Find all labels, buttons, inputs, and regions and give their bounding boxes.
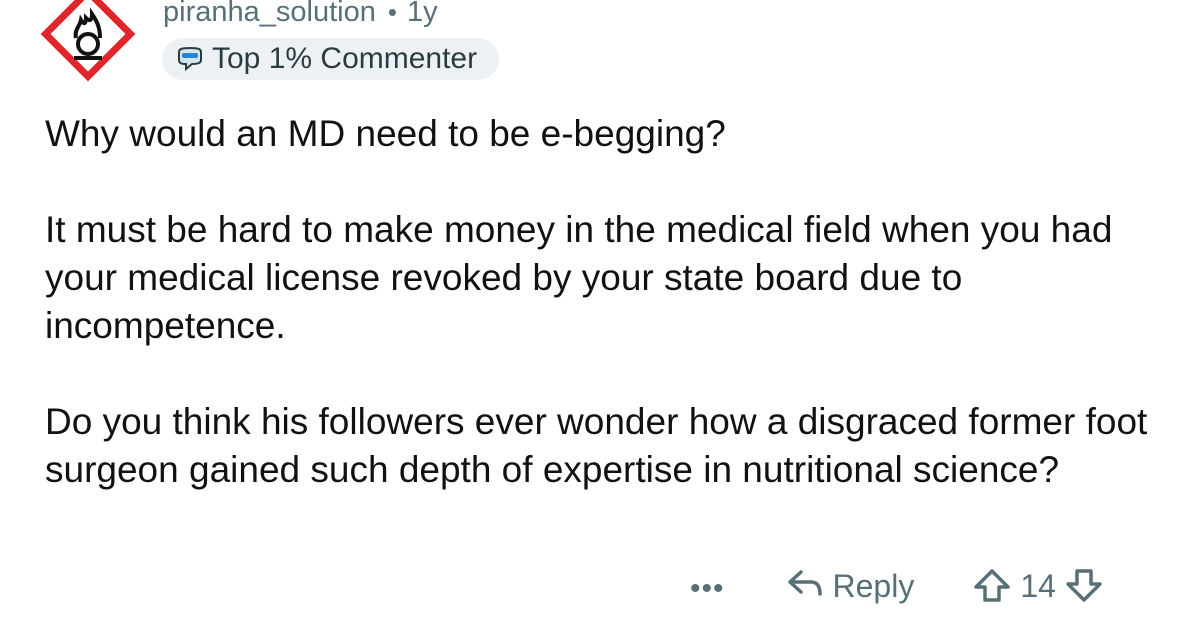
more-options-button[interactable]: ••• [690, 572, 725, 606]
comment-meta: piranha_solution • 1y [163, 0, 438, 30]
comment-paragraph: Do you think his followers ever wonder h… [45, 401, 1148, 490]
comment-paragraph: It must be hard to make money in the med… [45, 209, 1113, 346]
comment-action-bar: ••• Reply 14 [690, 568, 1112, 618]
vote-count: 14 [1020, 568, 1056, 604]
avatar[interactable] [36, 0, 140, 86]
comment-paragraph: Why would an MD need to be e-begging? [45, 113, 726, 154]
commenter-badge-icon [178, 47, 202, 71]
username[interactable]: piranha_solution [163, 0, 376, 29]
comment-age: 1y [406, 0, 438, 28]
comment-body: Why would an MD need to be e-begging? It… [45, 110, 1175, 494]
reply-button[interactable]: Reply [787, 568, 915, 605]
meta-separator: • [387, 0, 397, 27]
commenter-badge: Top 1% Commenter [162, 38, 500, 80]
badge-label: Top 1% Commenter [212, 42, 478, 75]
reply-label: Reply [832, 568, 915, 604]
vote-controls: 14 [964, 568, 1112, 605]
reply-arrow-icon [787, 570, 822, 596]
oxidizer-hazard-icon [40, 0, 136, 82]
